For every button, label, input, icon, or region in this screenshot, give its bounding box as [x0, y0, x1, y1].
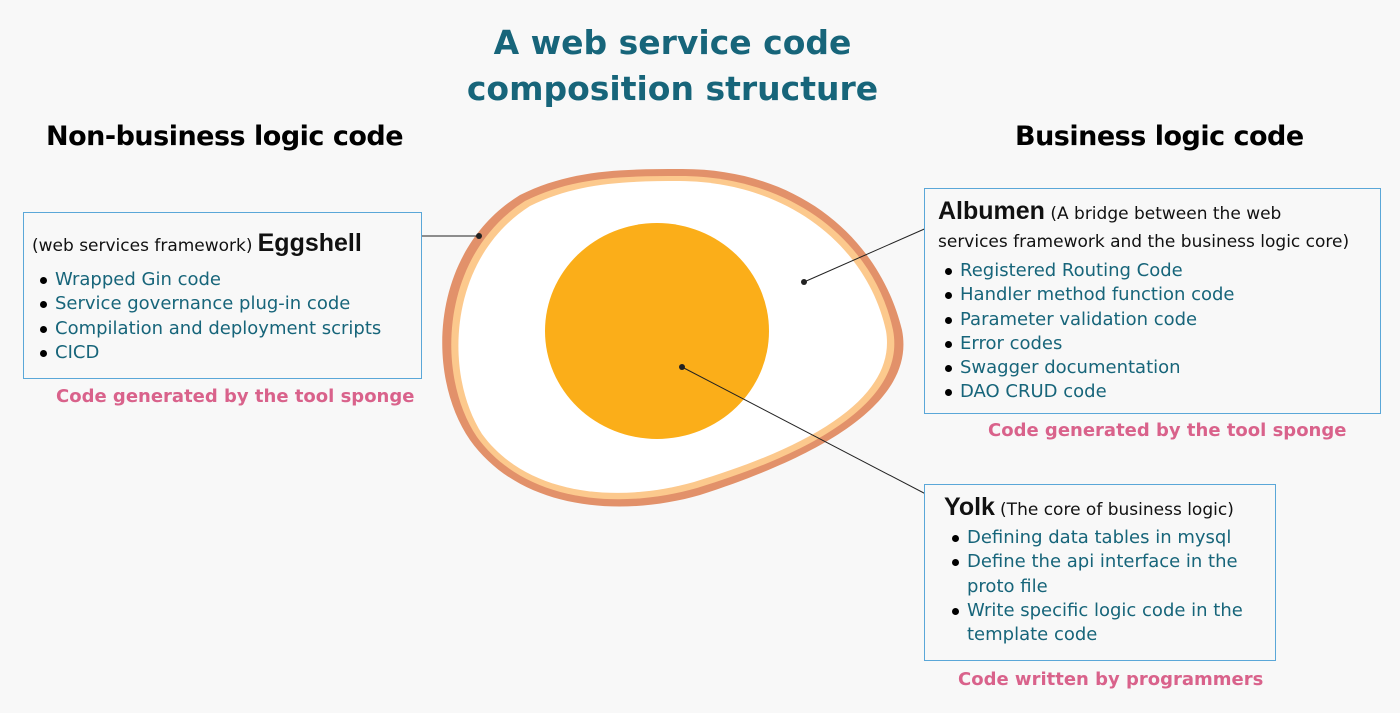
eggshell-header: (web services framework) Eggshell — [32, 229, 421, 258]
yolk-name: Yolk — [944, 493, 995, 521]
albumen-header: Albumen (A bridge between the web servic… — [938, 197, 1380, 256]
list-item: Define the api interface in the proto fi… — [951, 550, 1251, 599]
yolk-circle — [545, 223, 769, 439]
yolk-leader-dot — [679, 364, 685, 370]
albumen-name: Albumen — [938, 197, 1045, 225]
albumen-leader-dot — [801, 279, 807, 285]
list-item: Handler method function code — [944, 283, 1380, 307]
albumen-box: Albumen (A bridge between the web servic… — [924, 188, 1381, 414]
list-item: Defining data tables in mysql — [951, 526, 1251, 550]
yolk-list: Defining data tables in mysql Define the… — [951, 526, 1251, 647]
yolk-header: Yolk (The core of business logic) — [944, 493, 1275, 522]
eggshell-list: Wrapped Gin code Service governance plug… — [39, 268, 421, 365]
list-item: Error codes — [944, 332, 1380, 356]
eggshell-note: Code generated by the tool sponge — [56, 386, 415, 407]
list-item: Registered Routing Code — [944, 259, 1380, 283]
list-item: Swagger documentation — [944, 356, 1380, 380]
list-item: Wrapped Gin code — [39, 268, 421, 292]
yolk-desc: (The core of business logic) — [1000, 500, 1234, 520]
eggshell-name: Eggshell — [257, 229, 362, 257]
eggshell-prefix: (web services framework) — [32, 236, 253, 256]
yolk-box: Yolk (The core of business logic) Defini… — [924, 484, 1276, 661]
albumen-note: Code generated by the tool sponge — [988, 420, 1347, 441]
list-item: CICD — [39, 341, 421, 365]
eggshell-leader-dot — [476, 233, 482, 239]
albumen-list: Registered Routing Code Handler method f… — [944, 259, 1380, 405]
list-item: Compilation and deployment scripts — [39, 317, 421, 341]
list-item: Parameter validation code — [944, 308, 1380, 332]
yolk-note: Code written by programmers — [958, 669, 1264, 690]
list-item: Write specific logic code in the templat… — [951, 599, 1251, 648]
albumen-desc-line-2: services framework and the business logi… — [938, 232, 1350, 252]
list-item: Service governance plug-in code — [39, 292, 421, 316]
albumen-desc-line-1: (A bridge between the web — [1050, 204, 1282, 224]
list-item: DAO CRUD code — [944, 380, 1380, 404]
eggshell-box: (web services framework) Eggshell Wrappe… — [23, 212, 422, 379]
